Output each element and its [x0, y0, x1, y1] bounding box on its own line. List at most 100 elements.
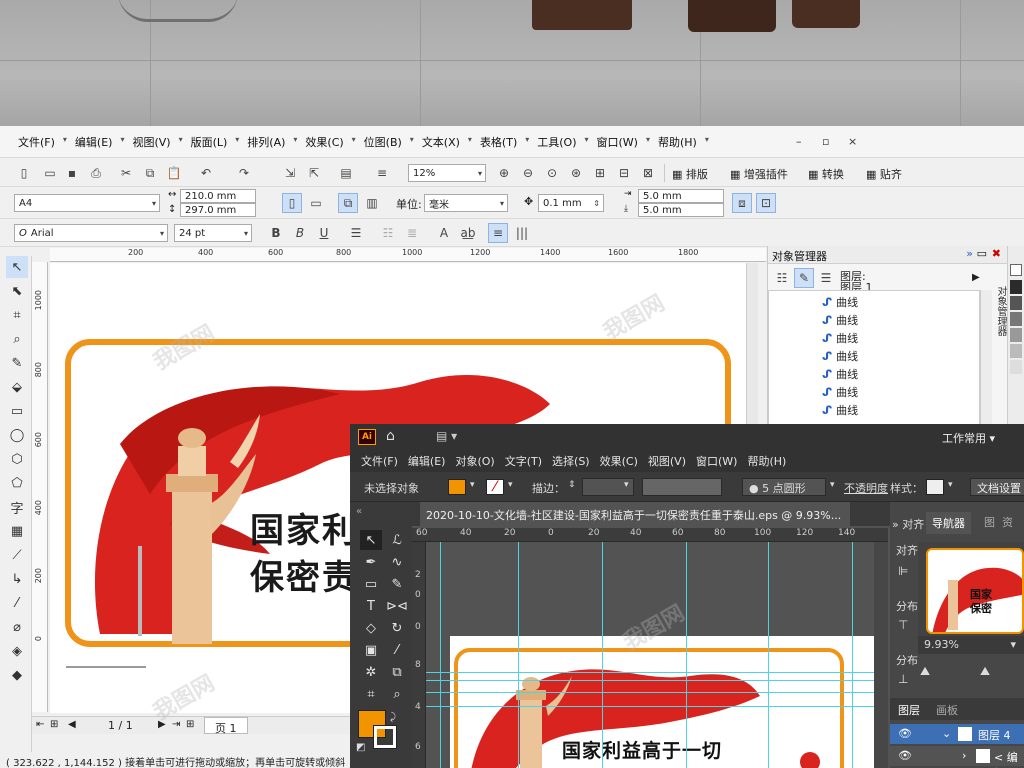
- opacity-link[interactable]: 不透明度: [844, 480, 888, 496]
- interactive-fill-icon[interactable]: ◆: [6, 664, 28, 686]
- horizontal-text-icon[interactable]: ≡: [488, 223, 508, 243]
- page-add-icon[interactable]: ⊞: [50, 719, 58, 730]
- list-item[interactable]: ᔑ 曲线: [822, 366, 858, 382]
- typeset-button[interactable]: ▦ 排版: [672, 166, 708, 182]
- collapse-panel-icon[interactable]: «: [356, 506, 362, 517]
- workspace-switcher[interactable]: 工作常用 ▾: [942, 430, 995, 446]
- panel-close-icon[interactable]: ✖: [992, 247, 1001, 260]
- color-swatch[interactable]: [1010, 280, 1022, 294]
- eye-icon[interactable]: 👁: [898, 727, 912, 740]
- curvature-tool-icon[interactable]: ∿: [386, 552, 408, 572]
- page-next-icon[interactable]: ▶: [158, 719, 166, 730]
- type-tool-icon[interactable]: T: [360, 596, 382, 616]
- page-prev-icon[interactable]: ◀: [68, 719, 76, 730]
- unit-select[interactable]: 毫米 ▾: [424, 194, 508, 212]
- crop-tool-icon[interactable]: ⌗: [6, 304, 28, 326]
- dimension-tool-icon[interactable]: ⟋: [6, 544, 28, 566]
- panel-minimize-icon[interactable]: ▭: [977, 247, 987, 260]
- brush-dropdown-icon[interactable]: ▾: [830, 480, 835, 490]
- menu-arrange[interactable]: 排列(A): [237, 134, 297, 150]
- treat-as-filled-icon[interactable]: ⧈: [732, 193, 752, 213]
- menu-effects[interactable]: 效果(C): [295, 134, 356, 150]
- convert-button[interactable]: ▦ 转换: [808, 166, 844, 182]
- reflect-tool-icon[interactable]: ⊳⊲: [386, 596, 408, 616]
- paintbrush-tool-icon[interactable]: ✎: [386, 574, 408, 594]
- menu-bitmaps[interactable]: 位图(B): [354, 134, 414, 150]
- menu-file[interactable]: 文件(F): [8, 134, 67, 150]
- stroke-color-box[interactable]: [373, 725, 397, 749]
- app-launcher-icon[interactable]: ▤: [336, 163, 356, 183]
- all-pages-icon[interactable]: ⧉: [338, 193, 358, 213]
- list-item[interactable]: ᔑ 曲线: [822, 330, 858, 346]
- menu-text[interactable]: 文本(X): [412, 134, 472, 150]
- font-family-select[interactable]: O Arial ▾: [14, 224, 168, 242]
- close-tab-icon[interactable]: ×: [849, 509, 850, 522]
- eyedropper-tool-icon[interactable]: ⁄: [386, 640, 408, 660]
- no-color-swatch[interactable]: [1010, 264, 1022, 276]
- color-swatch[interactable]: [1010, 296, 1022, 310]
- ai-menu-window[interactable]: 窗口(W): [691, 453, 742, 469]
- menu-window[interactable]: 窗口(W): [587, 134, 651, 150]
- table-tool-icon[interactable]: ▦: [6, 520, 28, 542]
- snap-button[interactable]: ▦ 贴齐: [866, 166, 902, 182]
- shape-builder-icon[interactable]: ⧉: [386, 662, 408, 682]
- open-folder-icon[interactable]: ▭: [40, 163, 60, 183]
- freehand-tool-icon[interactable]: ✎: [6, 352, 28, 374]
- new-document-icon[interactable]: ▯: [14, 163, 34, 183]
- zoom-all-icon[interactable]: ⊛: [566, 163, 586, 183]
- outline-tool-icon[interactable]: ⌀: [6, 616, 28, 638]
- variable-width-profile[interactable]: [642, 478, 722, 496]
- page-add-after-icon[interactable]: ⊞: [186, 719, 194, 730]
- menu-edit[interactable]: 编辑(E): [65, 134, 124, 150]
- swap-colors-icon[interactable]: ⤸: [390, 712, 396, 723]
- italic-icon[interactable]: B: [290, 223, 310, 243]
- font-size-select[interactable]: 24 pt ▾: [174, 224, 252, 242]
- edit-across-layers-icon[interactable]: ✎: [794, 268, 814, 288]
- eraser-tool-icon[interactable]: ◇: [360, 618, 382, 638]
- default-colors-icon[interactable]: ◩: [356, 742, 365, 753]
- fill-dropdown-icon[interactable]: ▾: [470, 480, 475, 490]
- restore-button[interactable]: ▫: [822, 135, 829, 148]
- page-height-input[interactable]: 297.0 mm: [180, 203, 256, 217]
- nudge-input[interactable]: 0.1 mm ⇕: [538, 194, 604, 212]
- text-align-icon[interactable]: ☰: [346, 223, 366, 243]
- show-properties-icon[interactable]: ☷: [772, 268, 792, 288]
- stroke-dropdown-icon[interactable]: ▾: [508, 480, 513, 490]
- style-dropdown-icon[interactable]: ▾: [948, 480, 953, 490]
- list-item[interactable]: ᔑ 曲线: [822, 348, 858, 364]
- layer-row[interactable]: 👁 › < 编辑: [890, 746, 1024, 768]
- color-swatch[interactable]: [1010, 344, 1022, 358]
- ai-menu-view[interactable]: 视图(V): [643, 453, 691, 469]
- pick-tool-icon[interactable]: ↖: [6, 256, 28, 278]
- menu-tools[interactable]: 工具(O): [527, 134, 589, 150]
- distribute-top-icon[interactable]: ⊤: [898, 618, 908, 632]
- menu-layout[interactable]: 版面(L): [181, 134, 239, 150]
- pen-tool-icon[interactable]: ✒: [360, 552, 382, 572]
- color-swatch[interactable]: [1010, 360, 1022, 374]
- other-tab[interactable]: 资: [1002, 514, 1013, 530]
- zoom-level-select[interactable]: 12% ▾: [408, 164, 486, 182]
- ai-menu-type[interactable]: 文字(T): [500, 453, 547, 469]
- vertical-text-icon[interactable]: |||: [512, 223, 532, 243]
- color-swatch[interactable]: [1010, 312, 1022, 326]
- ai-menu-object[interactable]: 对象(O): [450, 453, 499, 469]
- minimize-button[interactable]: –: [796, 135, 802, 148]
- duplicate-y-input[interactable]: 5.0 mm: [638, 203, 724, 217]
- menu-view[interactable]: 视图(V): [122, 134, 182, 150]
- symbol-sprayer-icon[interactable]: ✲: [360, 662, 382, 682]
- bullet-list-icon[interactable]: ☷: [378, 223, 398, 243]
- rectangle-tool-icon[interactable]: ▭: [360, 574, 382, 594]
- document-setup-button[interactable]: 文档设置: [970, 478, 1024, 496]
- layer-row[interactable]: 👁 ⌄ 图层 4: [890, 724, 1024, 744]
- ai-menu-select[interactable]: 选择(S): [547, 453, 595, 469]
- landscape-icon[interactable]: ▭: [306, 193, 326, 213]
- smart-fill-icon[interactable]: ⬙: [6, 376, 28, 398]
- navigator-zoom-input[interactable]: 9.93% ▾: [918, 636, 1024, 654]
- home-icon[interactable]: ⌂: [386, 428, 395, 444]
- ai-menu-help[interactable]: 帮助(H): [742, 453, 791, 469]
- brush-definition-select[interactable]: ● 5 点圆形: [742, 478, 826, 496]
- save-icon[interactable]: ▪: [62, 163, 82, 183]
- zoom-in-icon[interactable]: ⊕: [494, 163, 514, 183]
- eyedropper-tool-icon[interactable]: ⁄: [6, 592, 28, 614]
- menu-table[interactable]: 表格(T): [470, 134, 530, 150]
